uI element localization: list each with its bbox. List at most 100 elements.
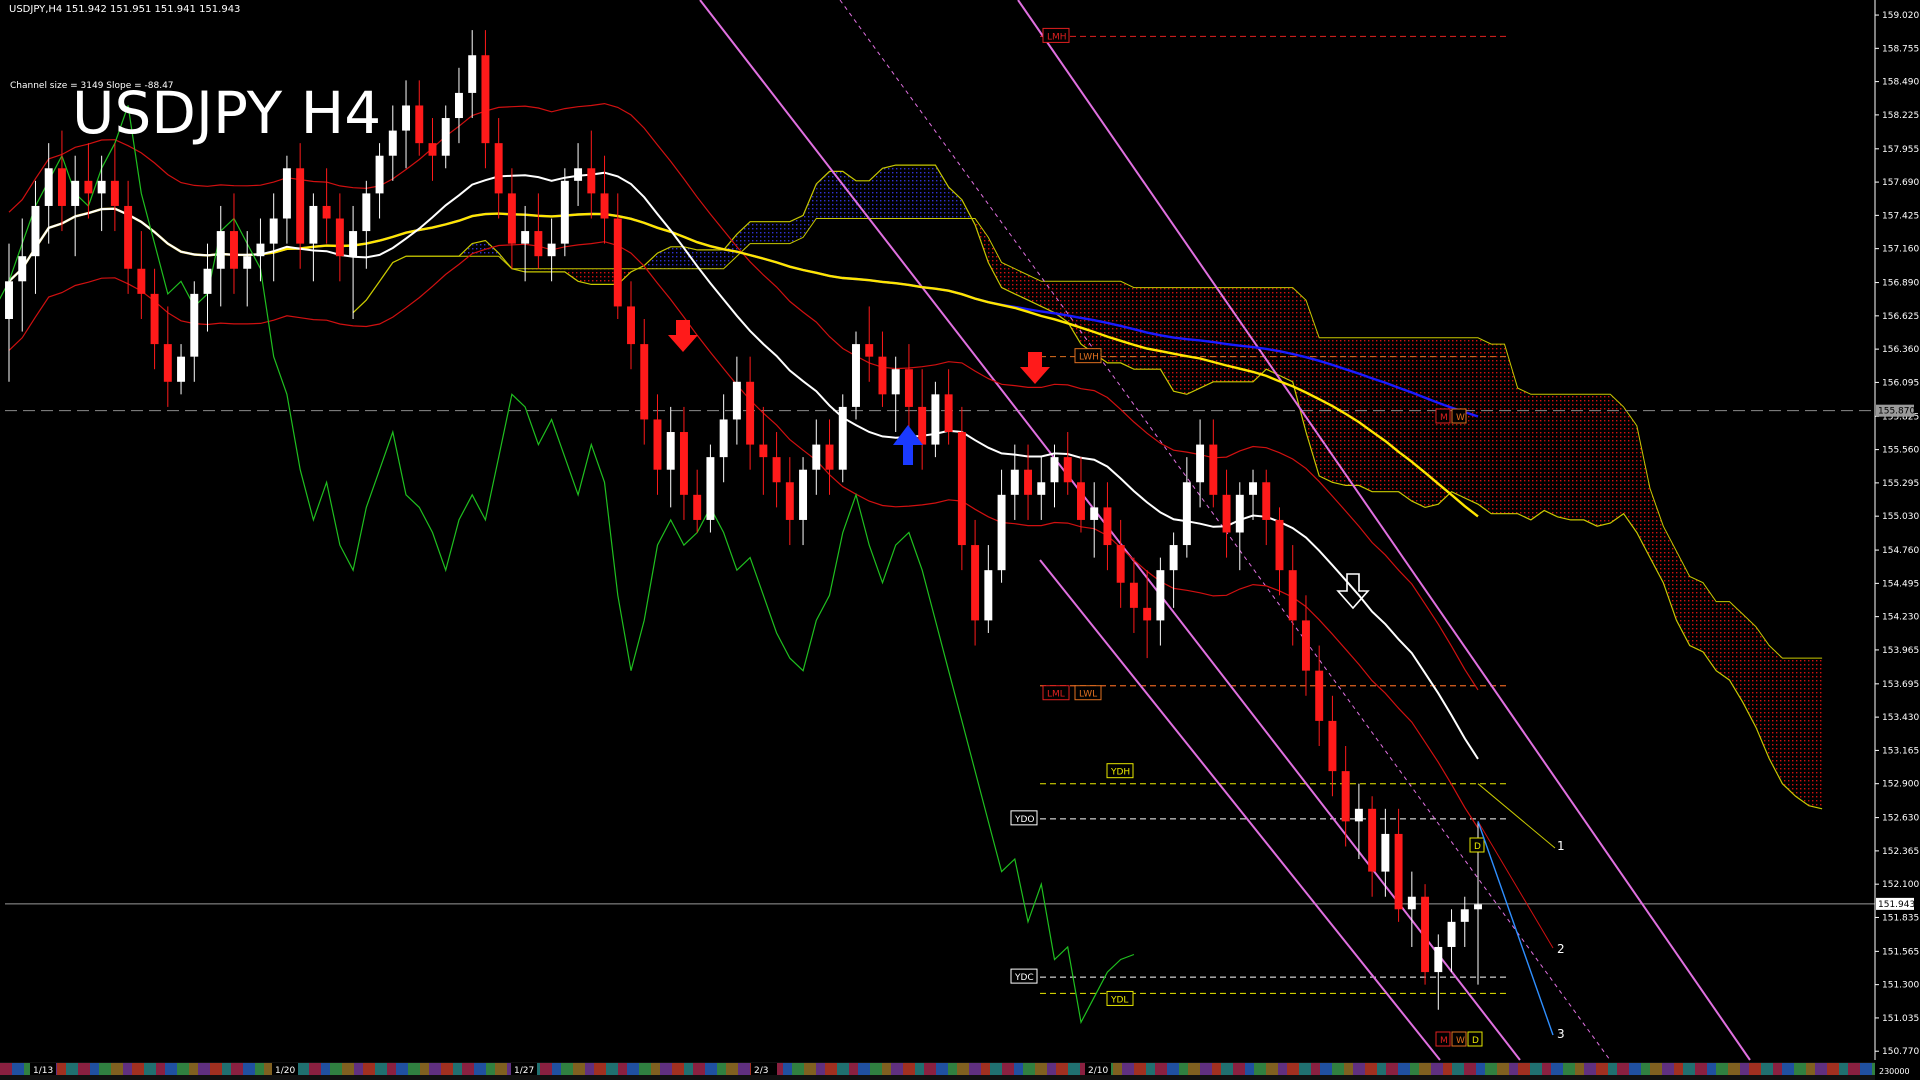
level-label-lml: LML bbox=[1047, 690, 1065, 700]
volume-bar bbox=[1281, 1063, 1284, 1075]
volume-bar bbox=[603, 1063, 606, 1075]
volume-bar bbox=[1446, 1063, 1449, 1075]
volume-bar bbox=[60, 1063, 63, 1075]
volume-bar bbox=[1845, 1063, 1848, 1075]
volume-bar bbox=[645, 1063, 648, 1075]
level-label-ydc: YDC bbox=[1014, 973, 1034, 983]
candle-body bbox=[388, 130, 397, 156]
volume-bar bbox=[1626, 1063, 1629, 1075]
volume-bar bbox=[1854, 1063, 1857, 1075]
volume-bar bbox=[933, 1063, 936, 1075]
volume-bar bbox=[1818, 1063, 1821, 1075]
volume-bar bbox=[222, 1063, 225, 1075]
cloud-segment bbox=[1517, 388, 1531, 520]
cloud-segment bbox=[1398, 337, 1412, 502]
volume-bar bbox=[78, 1063, 81, 1075]
volume-bar bbox=[384, 1063, 387, 1075]
time-tick-label: 2/10 bbox=[1088, 1066, 1108, 1076]
volume-bar bbox=[1641, 1063, 1644, 1075]
sell-arrow-icon bbox=[668, 320, 698, 352]
volume-bar bbox=[795, 1063, 798, 1075]
volume-bar bbox=[21, 1063, 24, 1075]
volume-bar bbox=[1764, 1063, 1767, 1075]
volume-bar bbox=[1293, 1063, 1296, 1075]
volume-bar bbox=[1797, 1063, 1800, 1075]
candle-body bbox=[282, 168, 291, 219]
candle-body bbox=[627, 306, 635, 345]
volume-bar bbox=[1404, 1063, 1407, 1075]
reference-price-tag: 155.870 bbox=[1878, 407, 1915, 417]
overlay-title: USDJPY H4 bbox=[72, 79, 382, 147]
volume-bar bbox=[1116, 1063, 1119, 1075]
volume-bar bbox=[915, 1063, 918, 1075]
candle-body bbox=[137, 268, 146, 294]
candle-body bbox=[984, 570, 993, 621]
volume-bar bbox=[840, 1063, 843, 1075]
level-label-ydo: YDO bbox=[1014, 815, 1035, 825]
volume-bar bbox=[480, 1063, 483, 1075]
volume-bar bbox=[1350, 1063, 1353, 1075]
volume-bar bbox=[1236, 1063, 1239, 1075]
volume-bar bbox=[576, 1063, 579, 1075]
volume-bar bbox=[546, 1063, 549, 1075]
volume-bar bbox=[465, 1063, 468, 1075]
volume-bar bbox=[1032, 1063, 1035, 1075]
volume-bar bbox=[348, 1063, 351, 1075]
volume-bar bbox=[1059, 1063, 1062, 1075]
volume-bar bbox=[462, 1063, 465, 1075]
candle-body bbox=[521, 231, 530, 244]
volume-bar bbox=[495, 1063, 498, 1075]
volume-bar bbox=[966, 1063, 969, 1075]
cloud-segment bbox=[829, 171, 843, 219]
volume-bar bbox=[660, 1063, 663, 1075]
volume-bar bbox=[1287, 1063, 1290, 1075]
volume-bar bbox=[450, 1063, 453, 1075]
volume-bar bbox=[1719, 1063, 1722, 1075]
volume-bar bbox=[1245, 1063, 1248, 1075]
volume-bar bbox=[744, 1063, 747, 1075]
volume-bar bbox=[1248, 1063, 1251, 1075]
volume-bar bbox=[1203, 1063, 1206, 1075]
volume-bar bbox=[237, 1063, 240, 1075]
cloud-segment bbox=[1676, 551, 1690, 646]
candle-body bbox=[1474, 904, 1482, 910]
candle-body bbox=[825, 444, 834, 470]
volume-scale-label: 230000 bbox=[1879, 1067, 1910, 1076]
candle-body bbox=[732, 381, 741, 420]
volume-bar bbox=[1239, 1063, 1242, 1075]
volume-bar bbox=[1347, 1063, 1350, 1075]
cloud-segment bbox=[1160, 287, 1174, 392]
chart-header: USDJPY,H4 151.942 151.951 151.941 151.94… bbox=[9, 4, 241, 15]
volume-bar bbox=[1662, 1063, 1665, 1075]
volume-bar bbox=[1743, 1063, 1746, 1075]
volume-bar bbox=[1638, 1063, 1641, 1075]
cloud-segment bbox=[670, 246, 684, 269]
volume-bar bbox=[1299, 1063, 1302, 1075]
cloud-segment bbox=[1319, 337, 1333, 483]
price-tick-label: 155.295 bbox=[1882, 479, 1919, 489]
volume-bar bbox=[741, 1063, 744, 1075]
volume-bar bbox=[360, 1063, 363, 1075]
volume-bar bbox=[1305, 1063, 1308, 1075]
volume-bar bbox=[1650, 1063, 1653, 1075]
volume-bar bbox=[636, 1063, 639, 1075]
volume-bar bbox=[198, 1063, 201, 1075]
volume-bar bbox=[132, 1063, 135, 1075]
volume-bar bbox=[540, 1063, 543, 1075]
volume-bar bbox=[1587, 1063, 1590, 1075]
volume-bar bbox=[417, 1063, 420, 1075]
candle-body bbox=[812, 444, 821, 470]
volume-bar bbox=[1473, 1063, 1476, 1075]
cloud-segment bbox=[1729, 601, 1743, 703]
volume-bar bbox=[930, 1063, 933, 1075]
volume-bar bbox=[1608, 1063, 1611, 1075]
volume-bar bbox=[402, 1063, 405, 1075]
volume-bar bbox=[1725, 1063, 1728, 1075]
volume-bar bbox=[978, 1063, 981, 1075]
candle-body bbox=[613, 218, 622, 307]
candle-body bbox=[640, 344, 649, 420]
chart-canvas[interactable]: LMHLWHLML LWLYDHYDOYDCYDLM WM W DD 123 159.02… bbox=[0, 0, 1920, 1080]
marker-w-bottom: W bbox=[1456, 1036, 1465, 1046]
volume-bar bbox=[84, 1063, 87, 1075]
volume-bar bbox=[1377, 1063, 1380, 1075]
